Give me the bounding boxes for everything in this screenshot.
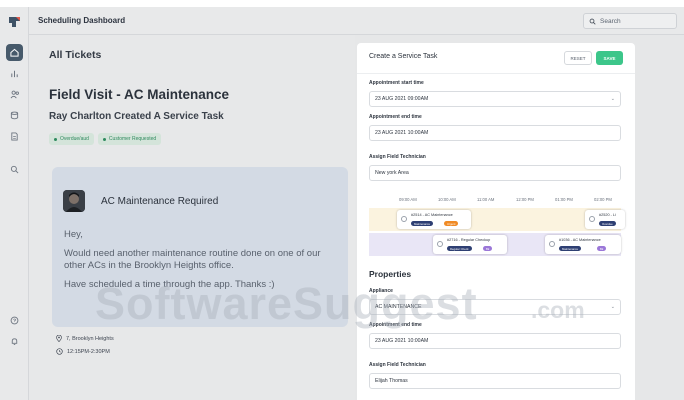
chevron-down-icon: ⌄ (610, 96, 615, 102)
task-card[interactable]: #2514 - AC Maintenance Maintenance Urgen… (397, 210, 471, 229)
property-end-time-value: 23 AUG 2021 10:00AM (375, 338, 429, 344)
search-icon[interactable] (6, 161, 23, 178)
left-rail (0, 7, 29, 400)
property-technician-label: Assign Field Technician (369, 362, 426, 368)
app-title: Scheduling Dashboard (38, 16, 126, 25)
task-tag: Maintenance (411, 221, 434, 226)
end-time-value: 23 AUG 2021 10:00AM (375, 130, 429, 136)
ticket-detail: All Tickets Field Visit - AC Maintenance… (29, 35, 355, 400)
location-meta: 7, Brooklyn Heights (56, 335, 114, 342)
time-text: 12:15PM-2:30PM (67, 348, 110, 355)
app-logo[interactable] (7, 14, 22, 29)
help-icon[interactable] (6, 312, 23, 329)
task-name: #2716 - Regular Checkup (447, 238, 491, 242)
property-technician-field[interactable]: Elijah Thomas (369, 373, 621, 389)
search-icon (589, 18, 596, 25)
ticket-subtitle: Ray Charlton Created A Service Task (49, 111, 224, 122)
timeline-time: 11:00 AM (477, 197, 495, 202)
reset-button[interactable]: RESET (564, 51, 592, 65)
task-tag: Bk (483, 246, 493, 251)
avatar (63, 190, 85, 212)
message-paragraph: Would need another maintenance routine d… (64, 248, 321, 271)
technician-value: New york Area (375, 170, 409, 176)
section-title: All Tickets (49, 49, 102, 61)
location-text: 7, Brooklyn Heights (66, 335, 114, 342)
task-card[interactable]: #2520 - Li Overdue (585, 210, 625, 229)
task-card[interactable]: #2716 - Regular Checkup Regular Check Bk (433, 235, 507, 254)
status-badge: Customer Requested (97, 133, 162, 145)
timeline-row: #2514 - AC Maintenance Maintenance Urgen… (369, 208, 625, 231)
users-icon[interactable] (6, 86, 23, 103)
task-radio[interactable] (589, 216, 595, 222)
home-icon[interactable] (6, 44, 23, 61)
watermark: SoftwareSuggest (95, 278, 478, 329)
end-time-label: Appointment end time (369, 114, 422, 120)
timeline-header: 09:00 AM 10:00 AM 11:00 AM 12:00 PM 01:0… (399, 197, 621, 205)
start-time-label: Appointment start time (369, 80, 424, 86)
document-icon[interactable] (6, 128, 23, 145)
message-paragraph: Hey, (64, 229, 83, 240)
task-card[interactable]: #1036 - AC Maintenance Maintenance Bk (545, 235, 621, 254)
search-placeholder: Search (600, 17, 621, 25)
message-title: AC Maintenance Required (101, 196, 219, 207)
database-icon[interactable] (6, 107, 23, 124)
start-time-value: 23 AUG 2021 09:00AM (375, 96, 429, 102)
task-radio[interactable] (401, 216, 407, 222)
task-name: #2520 - Li (599, 213, 616, 217)
timeline-time: 12:00 PM (516, 197, 534, 202)
timeline-row: #2716 - Regular Checkup Regular Check Bk… (369, 233, 621, 256)
ticket-title: Field Visit - AC Maintenance (49, 87, 230, 102)
timeline-time: 02:00 PM (594, 197, 612, 202)
chevron-down-icon: ⌄ (610, 304, 615, 310)
schedule-timeline: 09:00 AM 10:00 AM 11:00 AM 12:00 PM 01:0… (369, 195, 625, 262)
task-tag: Bk (597, 246, 607, 251)
save-button[interactable]: SAVE (596, 51, 623, 65)
task-tag: Regular Check (447, 246, 472, 251)
tag-list: Overdue/aud Customer Requested (49, 133, 162, 145)
create-task-panel: Create a Service Task RESET SAVE Appoint… (357, 43, 635, 400)
task-tag: Urgent (444, 221, 459, 226)
property-end-time-field[interactable]: 23 AUG 2021 10:00AM (369, 333, 621, 349)
end-time-field[interactable]: 23 AUG 2021 10:00AM (369, 125, 621, 141)
notification-bell-icon[interactable] (6, 333, 23, 350)
technician-label: Assign Field Technician (369, 154, 426, 160)
task-radio[interactable] (437, 241, 443, 247)
property-technician-value: Elijah Thomas (375, 378, 408, 384)
analytics-icon[interactable] (6, 65, 23, 82)
task-radio[interactable] (549, 241, 555, 247)
task-name: #1036 - AC Maintenance (559, 238, 601, 242)
panel-title: Create a Service Task (369, 53, 438, 60)
timeline-time: 01:00 PM (555, 197, 573, 202)
task-name: #2514 - AC Maintenance (411, 213, 453, 217)
top-bar: Scheduling Dashboard Search (29, 7, 684, 35)
task-tag: Maintenance (559, 246, 582, 251)
watermark-suffix: .com (531, 297, 585, 323)
panel-divider (357, 73, 635, 74)
status-badge: Overdue/aud (49, 133, 94, 145)
start-time-select[interactable]: 23 AUG 2021 09:00AM ⌄ (369, 91, 621, 107)
timeline-time: 09:00 AM (399, 197, 417, 202)
task-tag: Overdue (599, 221, 616, 226)
timeline-time: 10:00 AM (438, 197, 456, 202)
clock-icon (56, 348, 63, 355)
time-meta: 12:15PM-2:30PM (56, 348, 110, 355)
search-input[interactable]: Search (583, 13, 677, 29)
technician-field[interactable]: New york Area (369, 165, 621, 181)
location-pin-icon (56, 335, 62, 342)
